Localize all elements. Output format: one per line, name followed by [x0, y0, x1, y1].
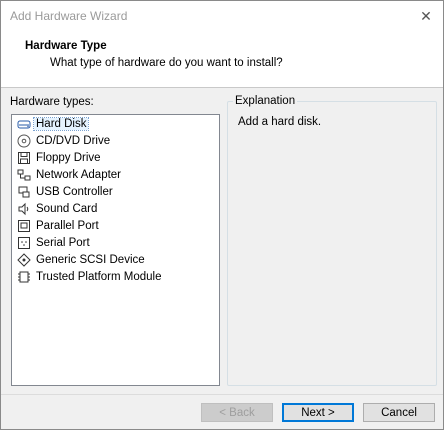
list-item-label: Sound Card: [36, 202, 98, 215]
close-button[interactable]: ✕: [409, 1, 443, 31]
list-item-label: Floppy Drive: [36, 151, 101, 164]
footer-divider: [1, 394, 443, 395]
list-item-label: Network Adapter: [36, 168, 122, 181]
usb-icon: [17, 185, 31, 199]
list-item-label: Serial Port: [36, 236, 90, 249]
scsi-icon: [17, 252, 31, 267]
floppy-icon: [17, 151, 31, 165]
serial-port-icon: [17, 236, 31, 250]
page-subtitle: What type of hardware do you want to ins…: [50, 57, 283, 69]
explanation-group: [227, 101, 437, 386]
list-item-tpm[interactable]: Trusted Platform Module: [12, 268, 219, 285]
list-item-sound-card[interactable]: Sound Card: [12, 200, 219, 217]
cancel-button[interactable]: Cancel: [363, 403, 435, 422]
list-item-label: USB Controller: [36, 185, 113, 198]
network-adapter-icon: [17, 168, 31, 182]
list-item-label: Hard Disk: [32, 116, 90, 131]
explanation-legend: Explanation: [233, 95, 298, 107]
window-title: Add Hardware Wizard: [10, 9, 128, 23]
list-item-label: Generic SCSI Device: [36, 253, 145, 266]
close-icon: ✕: [420, 7, 432, 24]
list-item-label: Trusted Platform Module: [36, 270, 162, 283]
cd-dvd-icon: [17, 134, 31, 148]
list-item-usb-controller[interactable]: USB Controller: [12, 183, 219, 200]
wizard-header: Hardware Type What type of hardware do y…: [1, 31, 443, 88]
hardware-type-list[interactable]: Hard Disk CD/DVD Drive Floppy Drive Netw…: [11, 114, 220, 386]
title-bar: Add Hardware Wizard ✕: [1, 1, 443, 31]
list-item-parallel-port[interactable]: Parallel Port: [12, 217, 219, 234]
page-title: Hardware Type: [25, 40, 107, 52]
list-item-floppy[interactable]: Floppy Drive: [12, 149, 219, 166]
hardware-types-label: Hardware types:: [10, 96, 94, 108]
explanation-text: Add a hard disk.: [238, 116, 322, 128]
parallel-port-icon: [17, 219, 31, 233]
next-button[interactable]: Next >: [282, 403, 354, 422]
list-item-generic-scsi[interactable]: Generic SCSI Device: [12, 251, 219, 268]
list-item-label: CD/DVD Drive: [36, 134, 111, 147]
list-item-cd-dvd[interactable]: CD/DVD Drive: [12, 132, 219, 149]
hard-disk-icon: [17, 117, 31, 131]
wizard-window: Add Hardware Wizard ✕ Hardware Type What…: [0, 0, 444, 430]
tpm-icon: [17, 270, 31, 284]
list-item-network-adapter[interactable]: Network Adapter: [12, 166, 219, 183]
list-item-serial-port[interactable]: Serial Port: [12, 234, 219, 251]
back-button[interactable]: < Back: [201, 403, 273, 422]
list-item-hard-disk[interactable]: Hard Disk: [12, 115, 219, 132]
speaker-icon: [17, 202, 31, 216]
list-item-label: Parallel Port: [36, 219, 99, 232]
